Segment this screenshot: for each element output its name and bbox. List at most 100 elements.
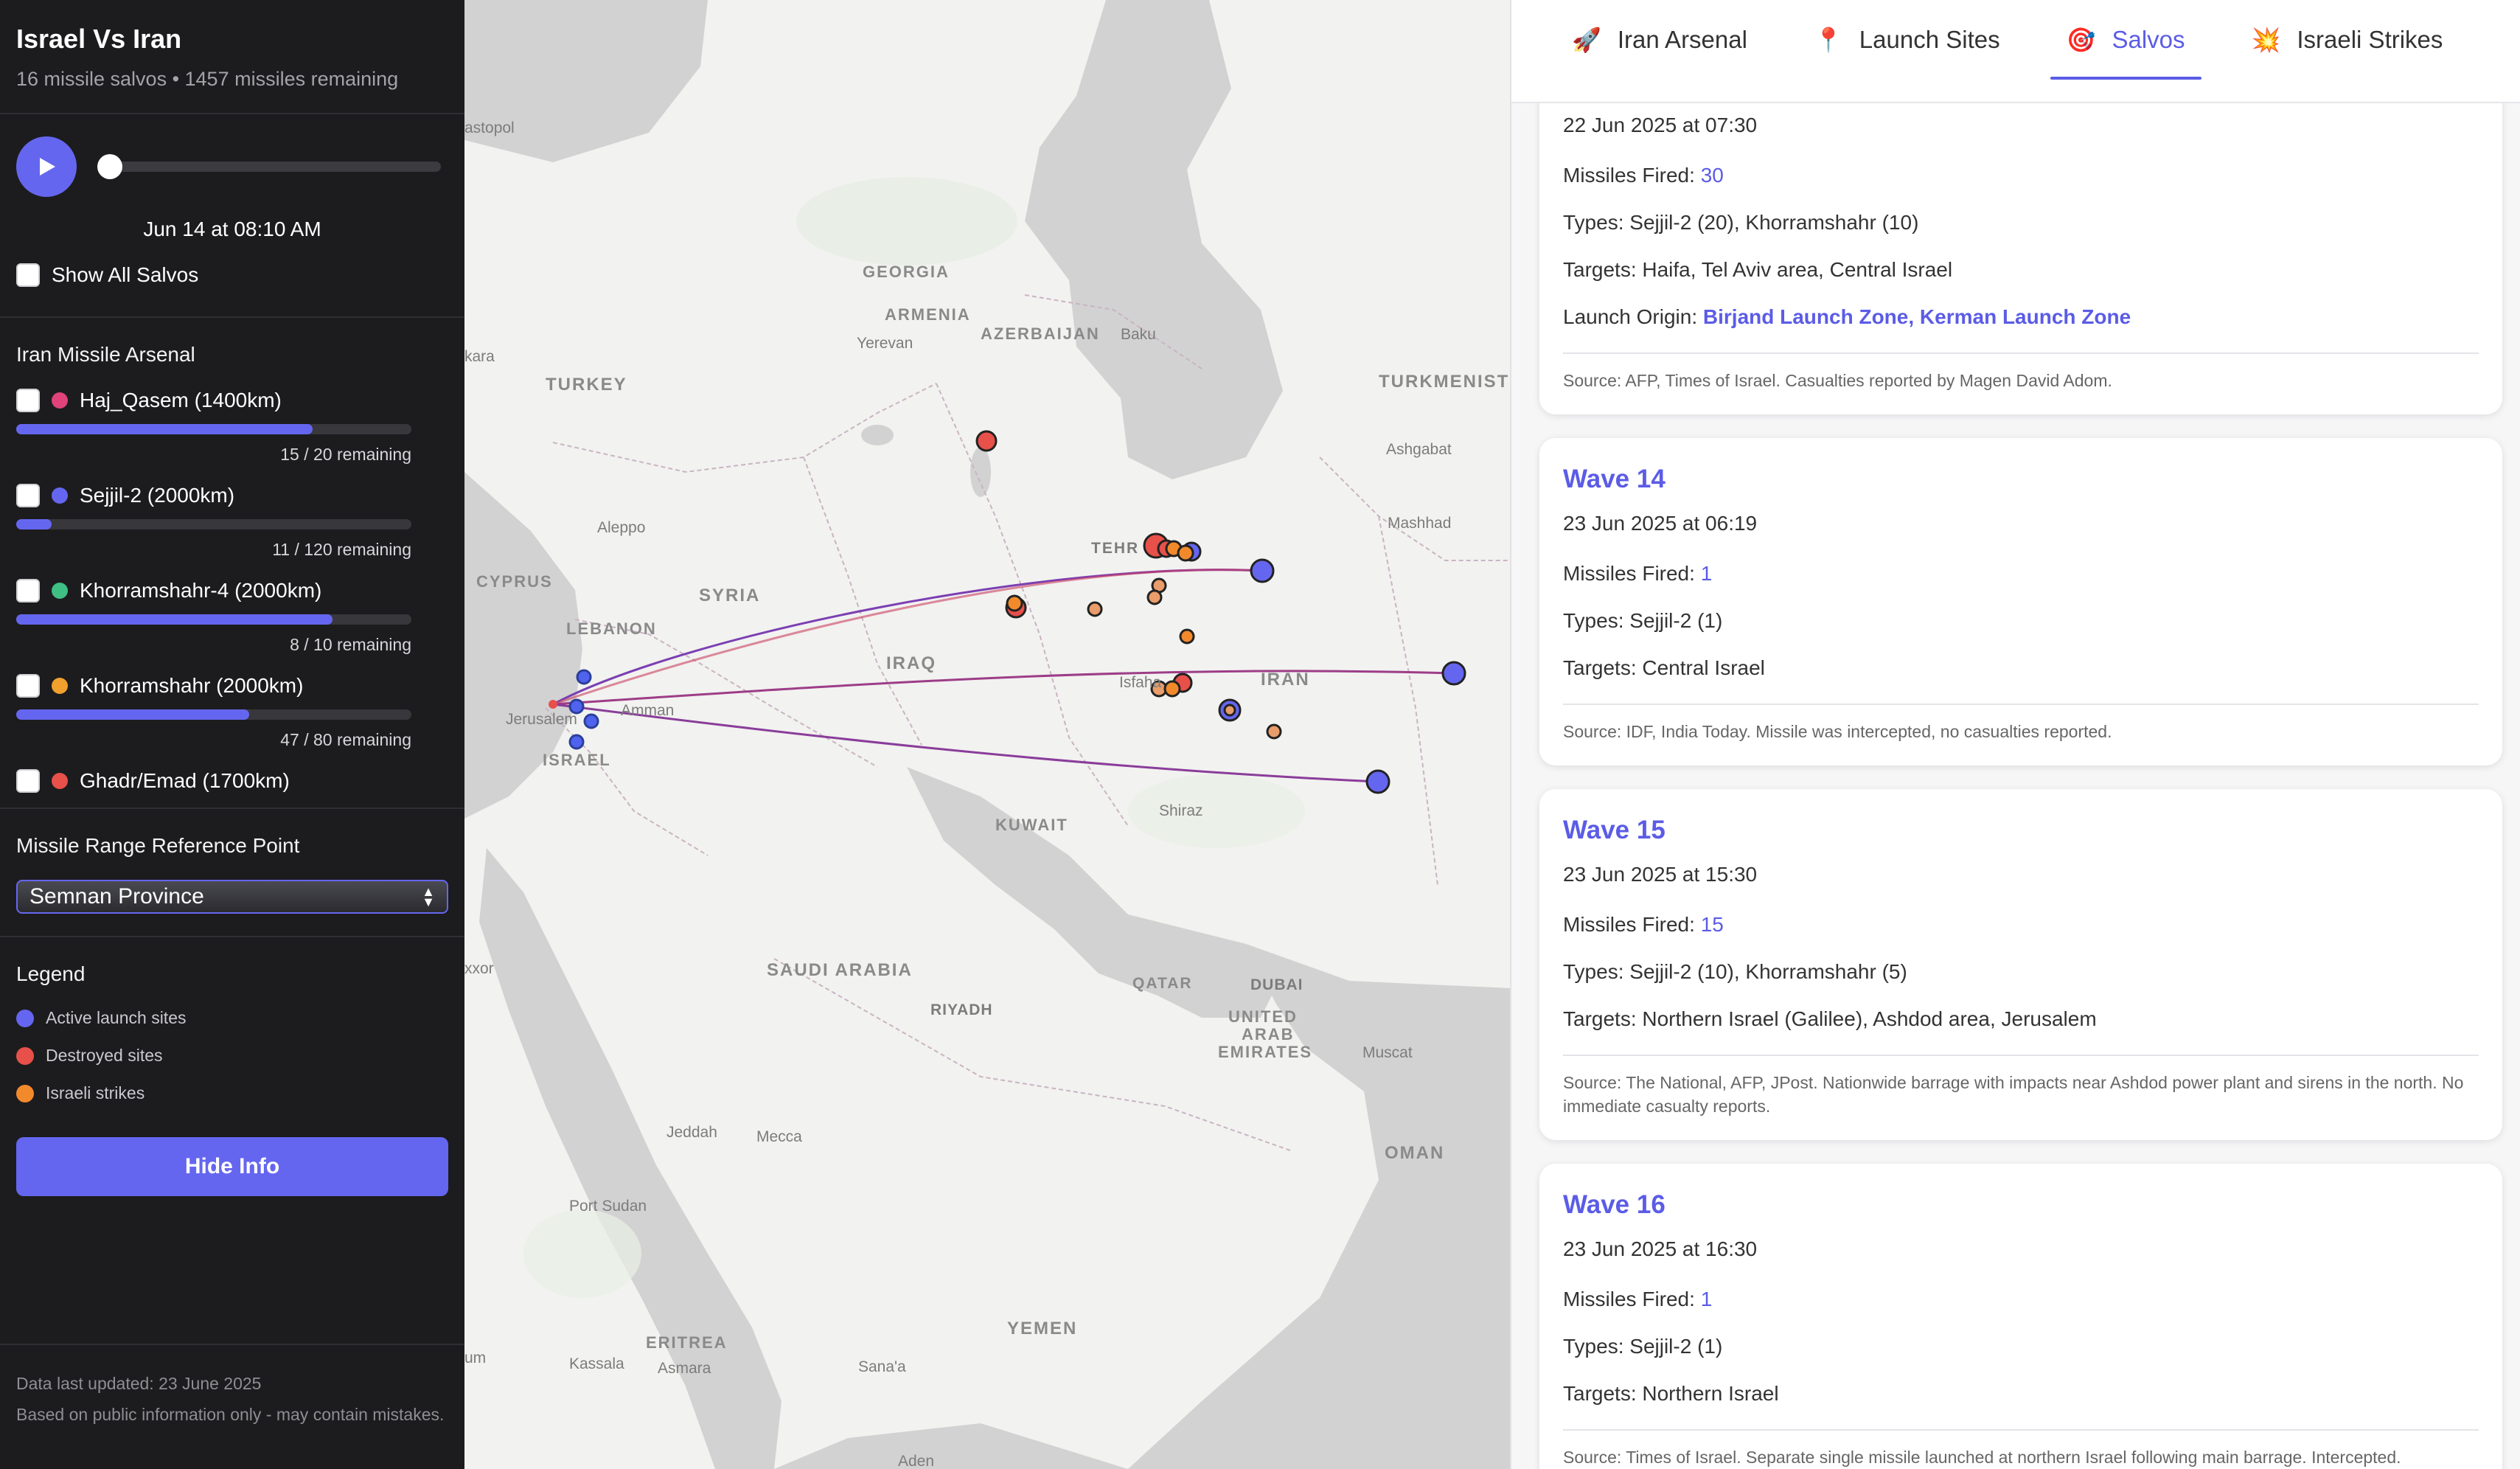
salvo-date: 22 Jun 2025 at 07:30 bbox=[1563, 114, 1758, 136]
destroyed-site-marker bbox=[975, 430, 998, 452]
country-label: TURKMENIST bbox=[1379, 372, 1510, 392]
city-label: um bbox=[464, 1350, 487, 1366]
missile-color-dot bbox=[52, 392, 68, 409]
city-label: xxor bbox=[464, 960, 494, 977]
salvo-targets: Targets: Central Israel bbox=[1563, 656, 1765, 679]
country-label: QATAR bbox=[1132, 975, 1193, 992]
strike-marker bbox=[1223, 704, 1236, 717]
salvo-types: Types: Sejjil-2 (1) bbox=[1563, 609, 1723, 632]
legend-title: Legend bbox=[16, 962, 86, 985]
country-label: UNITED bbox=[1228, 1007, 1298, 1026]
timeline-player: Jun 14 at 08:10 AM Show All Salvos bbox=[0, 114, 464, 318]
map-view[interactable]: TURKEY GEORGIA ARMENIA AZERBAIJAN TURKME… bbox=[464, 0, 1510, 1469]
vegetation-area bbox=[796, 177, 1017, 265]
city-label: Amman bbox=[621, 702, 675, 719]
play-button[interactable] bbox=[16, 136, 77, 197]
country-label: GEORGIA bbox=[863, 263, 950, 281]
salvo-source: Source: Times of Israel. Separate single… bbox=[1563, 1429, 2479, 1469]
missile-checkbox[interactable] bbox=[16, 674, 40, 698]
app-subtitle: 16 missile salvos • 1457 missiles remain… bbox=[16, 68, 399, 90]
city-label: Ashgabat bbox=[1386, 441, 1452, 458]
city-label: Asmara bbox=[658, 1360, 711, 1377]
gulf-of-aden bbox=[774, 1423, 1128, 1469]
missile-item: Khorramshahr (2000km) 47 / 80 remaining bbox=[16, 674, 448, 750]
show-all-salvos-checkbox[interactable] bbox=[16, 263, 40, 287]
legend-dot bbox=[16, 1046, 34, 1065]
missile-remaining: 11 / 120 remaining bbox=[272, 540, 411, 559]
city-label: kara bbox=[464, 348, 495, 365]
timeline-slider-thumb[interactable] bbox=[97, 154, 122, 179]
tab-iran-arsenal[interactable]: 🚀 Iran Arsenal bbox=[1556, 0, 1764, 80]
legend-label: Destroyed sites bbox=[46, 1046, 163, 1065]
arabian-sea bbox=[1128, 944, 1510, 1469]
missile-remaining: 8 / 10 remaining bbox=[290, 635, 411, 654]
missile-checkbox[interactable] bbox=[16, 484, 40, 507]
legend-item: Israeli strikes bbox=[16, 1083, 448, 1103]
app-title: Israel Vs Iran bbox=[16, 24, 182, 54]
missile-label: Ghadr/Emad (1700km) bbox=[80, 769, 290, 792]
select-arrows-icon: ▲ ▼ bbox=[422, 884, 435, 909]
arsenal-title: Iran Missile Arsenal bbox=[16, 343, 195, 366]
country-label: AZERBAIJAN bbox=[981, 324, 1100, 343]
salvo-title: Wave 14 bbox=[1563, 465, 1666, 493]
missile-remaining: 47 / 80 remaining bbox=[280, 730, 411, 749]
tab-salvos[interactable]: 🎯 Salvos bbox=[2050, 0, 2201, 80]
hide-info-button[interactable]: Hide Info bbox=[16, 1137, 448, 1196]
sidebar-header: Israel Vs Iran 16 missile salvos • 1457 … bbox=[0, 0, 464, 114]
map-base bbox=[464, 0, 1510, 1469]
legend-dot bbox=[16, 1084, 34, 1102]
country-label: OMAN bbox=[1385, 1143, 1445, 1163]
sidebar: Israel Vs Iran 16 missile salvos • 1457 … bbox=[0, 0, 464, 1469]
salvo-missiles-fired: Missiles Fired: 30 bbox=[1563, 164, 1724, 187]
country-label: KUWAIT bbox=[995, 816, 1068, 834]
missile-color-dot bbox=[52, 583, 68, 599]
missile-label: Khorramshahr-4 (2000km) bbox=[80, 579, 322, 602]
country-label: CYPRUS bbox=[476, 572, 553, 591]
range-reference: Missile Range Reference Point Semnan Pro… bbox=[0, 809, 464, 937]
legend-item: Active launch sites bbox=[16, 1008, 448, 1028]
tab-label: Iran Arsenal bbox=[1617, 26, 1747, 53]
salvo-source: Source: IDF, India Today. Missile was in… bbox=[1563, 704, 2479, 743]
city-label: Shiraz bbox=[1159, 802, 1203, 819]
strike-marker bbox=[1163, 680, 1181, 698]
trajectory-line bbox=[552, 670, 1455, 706]
country-label: IRAN bbox=[1261, 670, 1310, 690]
missile-checkbox[interactable] bbox=[16, 769, 40, 793]
city-label: Jeddah bbox=[666, 1124, 717, 1141]
salvo-types: Types: Sejjil-2 (1) bbox=[1563, 1335, 1723, 1358]
lake-van bbox=[861, 425, 894, 445]
target-icon: 🎯 bbox=[2066, 27, 2096, 53]
missile-label: Khorramshahr (2000km) bbox=[80, 674, 304, 697]
red-sea bbox=[479, 848, 782, 1469]
tab-israeli-strikes[interactable]: 💥 Israeli Strikes bbox=[2235, 0, 2460, 80]
salvo-source: Source: The National, AFP, JPost. Nation… bbox=[1563, 1055, 2479, 1118]
legend-item: Destroyed sites bbox=[16, 1046, 448, 1066]
missile-item: Khorramshahr-4 (2000km) 8 / 10 remaining bbox=[16, 579, 448, 655]
salvo-card: 22 Jun 2025 at 07:30 Missiles Fired: 30 … bbox=[1539, 74, 2502, 414]
timeline-slider[interactable] bbox=[97, 154, 441, 179]
salvo-card: Wave 15 23 Jun 2025 at 15:30 Missiles Fi… bbox=[1539, 789, 2502, 1140]
missile-checkbox[interactable] bbox=[16, 579, 40, 602]
tab-launch-sites[interactable]: 📍 Launch Sites bbox=[1797, 0, 2016, 80]
missile-item: Haj_Qasem (1400km) 15 / 20 remaining bbox=[16, 389, 448, 465]
range-reference-select[interactable]: Semnan Province ▲ ▼ bbox=[16, 880, 448, 914]
missile-arsenal: Iran Missile Arsenal Haj_Qasem (1400km) … bbox=[0, 318, 464, 809]
tab-label: Launch Sites bbox=[1859, 26, 2000, 53]
salvo-list[interactable]: 22 Jun 2025 at 07:30 Missiles Fired: 30 … bbox=[1539, 74, 2502, 1469]
country-label: ARMENIA bbox=[885, 305, 971, 324]
salvo-title: Wave 15 bbox=[1563, 816, 1666, 844]
explosion-icon: 💥 bbox=[2251, 27, 2281, 53]
strike-marker bbox=[1006, 594, 1023, 612]
salvo-missiles-fired: Missiles Fired: 1 bbox=[1563, 1288, 1713, 1310]
city-label: Aleppo bbox=[597, 519, 646, 536]
city-label: DUBAI bbox=[1250, 976, 1303, 993]
salvo-card: Wave 14 23 Jun 2025 at 06:19 Missiles Fi… bbox=[1539, 438, 2502, 765]
disclaimer-note: Based on public information only - may c… bbox=[16, 1405, 445, 1424]
active-site-marker bbox=[1365, 769, 1390, 794]
vegetation-area bbox=[1128, 774, 1305, 848]
info-panel: 22 Jun 2025 at 07:30 Missiles Fired: 30 … bbox=[1510, 0, 2520, 1469]
missile-checkbox[interactable] bbox=[16, 389, 40, 412]
launch-origin-link[interactable]: Birjand Launch Zone, Kerman Launch Zone bbox=[1703, 305, 2131, 328]
city-label: Sana'a bbox=[858, 1358, 906, 1375]
impact-marker bbox=[583, 713, 599, 729]
